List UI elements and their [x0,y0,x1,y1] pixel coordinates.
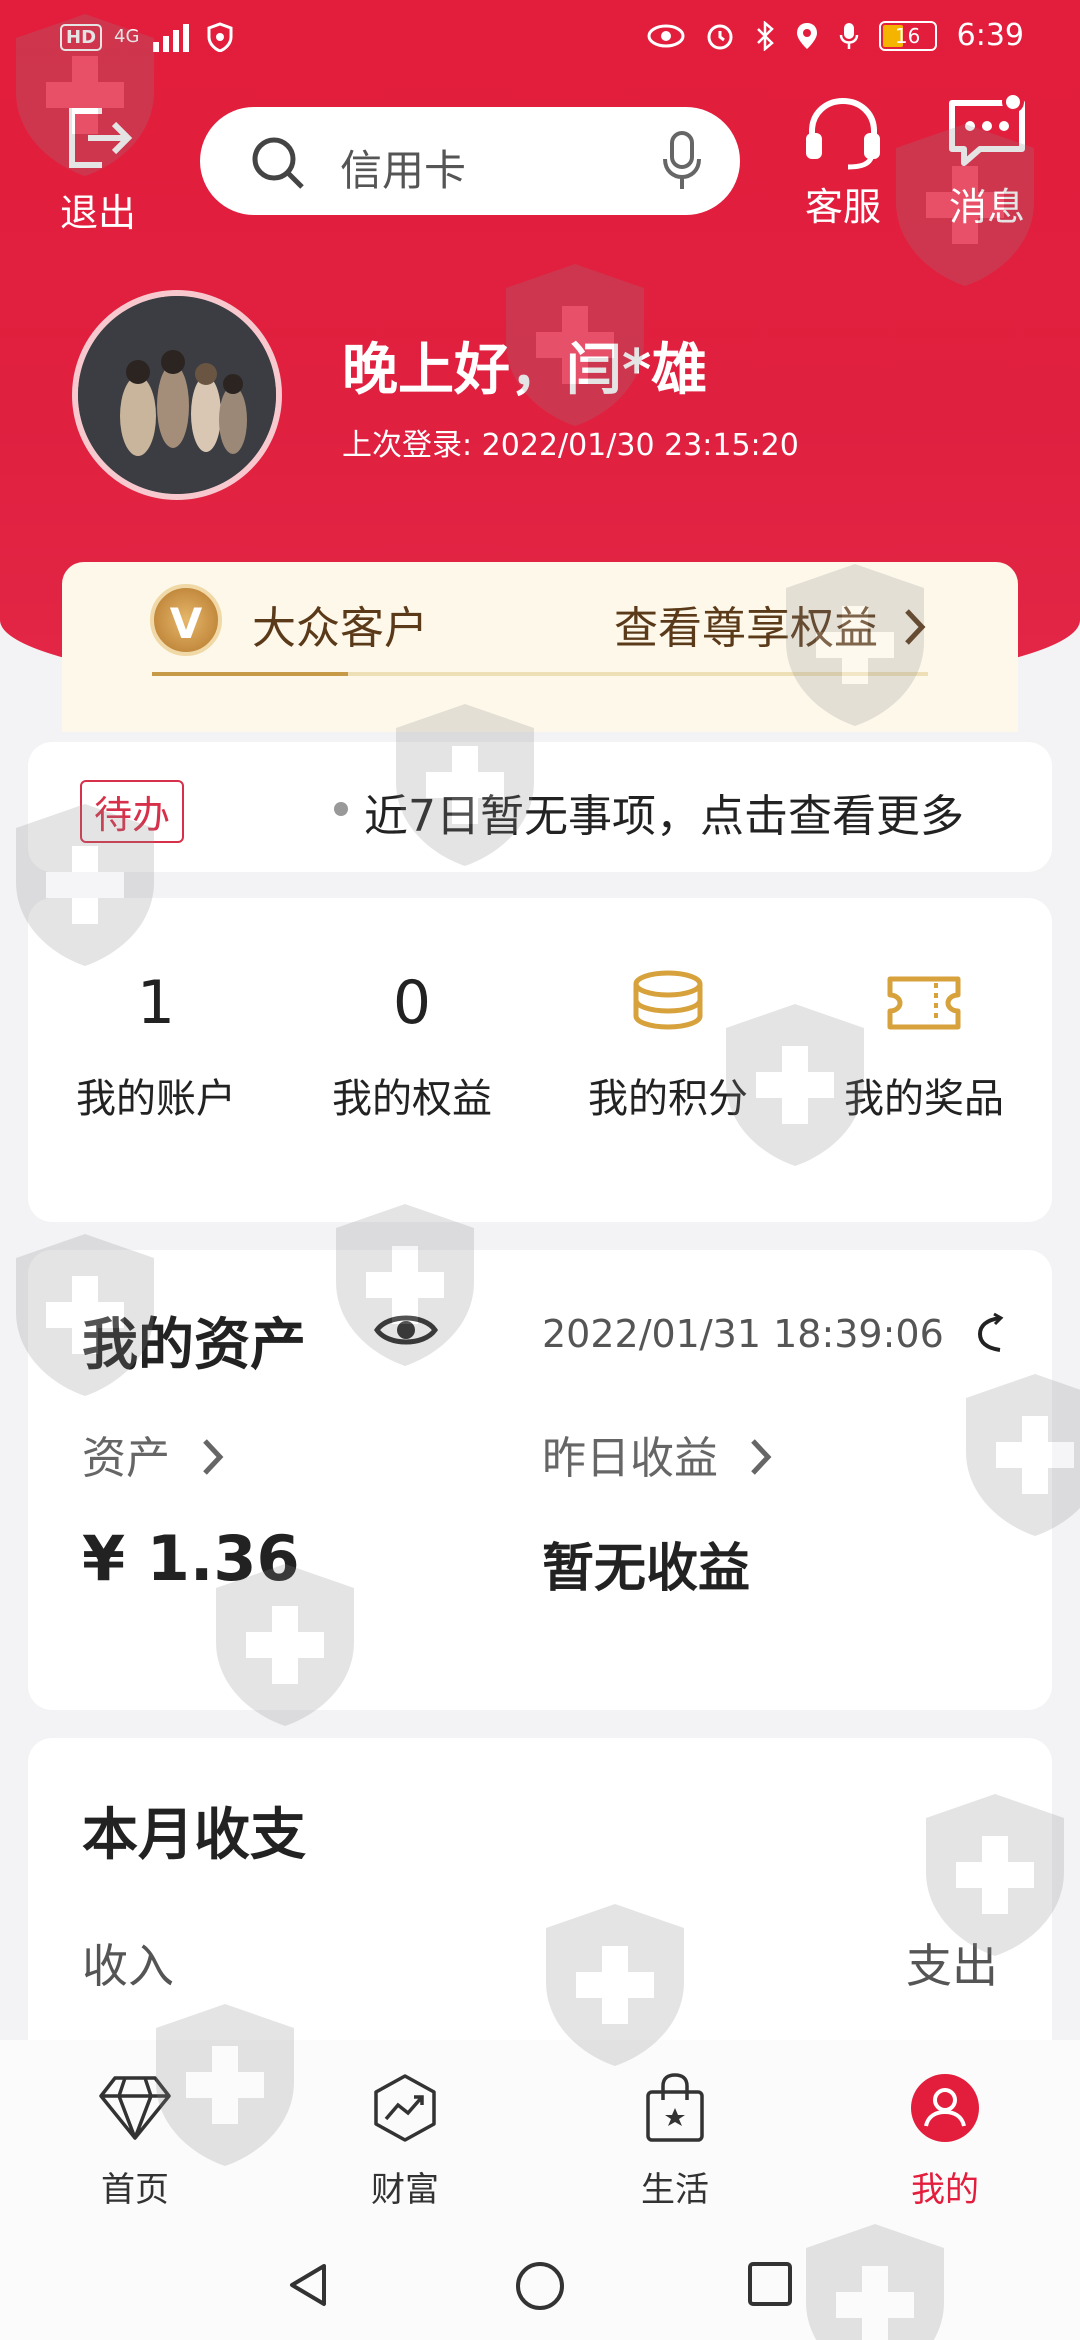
unread-dot [1002,91,1024,113]
bottom-tab-bar: 首页 财富 生活 我的 [0,2040,1080,2230]
assets-title: 我的资产 [82,1313,306,1378]
membership-card[interactable]: V 大众客户 查看尊享权益 [62,562,1018,732]
assets-card: 我的资产 2022/01/31 18:39:06 资产 ¥ 1.36 昨日收益 … [28,1250,1052,1710]
headset-icon [806,97,880,170]
signal-icon [153,24,190,52]
tab-wealth-label: 财富 [371,2170,439,2210]
yesterday-earnings-label: 昨日收益 [542,1433,718,1484]
quick-access-card: 1 我的账户 0 我的权益 我的积分 我的奖品 [28,898,1052,1222]
vip-badge-icon: V [150,584,222,656]
tab-home[interactable]: 首页 [0,2040,270,2230]
wealth-icon [374,2074,436,2142]
yesterday-earnings-link[interactable]: 昨日收益 [542,1422,774,1486]
recent-apps-icon[interactable] [746,2260,794,2308]
system-navigation-bar [0,2230,1080,2340]
back-icon[interactable] [284,2260,334,2310]
search-icon [252,137,304,189]
points-label: 我的积分 [588,1076,748,1122]
tab-home-label: 首页 [101,2170,169,2210]
membership-progress [152,672,928,676]
bluetooth-icon [756,20,774,51]
avatar-photo [78,296,276,494]
chevron-right-icon [203,1439,224,1475]
benefits-label: 我的权益 [332,1076,492,1122]
user-icon [911,2074,979,2142]
assets-timestamp: 2022/01/31 18:39:06 [542,1312,944,1356]
shopping-bag-icon [646,2073,704,2142]
monthly-summary-card[interactable]: 本月收支 收入 支出 [28,1738,1052,2078]
tab-mine-label: 我的 [911,2170,979,2210]
network-type: 4G [114,26,140,47]
hd-badge: HD [60,23,103,51]
assets-link[interactable]: 资产 [82,1422,226,1486]
tab-life[interactable]: 生活 [540,2040,810,2230]
greeting-text: 晚上好，闫*雄 [342,338,708,403]
logout-button[interactable]: 退出 [60,105,136,237]
yesterday-earnings-value: 暂无收益 [542,1539,751,1599]
mic-status-icon [839,22,858,49]
logout-icon [69,108,133,168]
shield-status-icon [207,22,233,52]
eye-icon[interactable] [374,1308,438,1352]
assets-value: ¥ 1.36 [82,1522,300,1595]
my-points-item[interactable]: 我的积分 [540,948,796,1124]
customer-service-button[interactable]: 客服 [800,95,886,231]
chevron-right-icon [905,609,926,645]
search-input[interactable]: 信用卡 [340,137,466,198]
expense-label: 支出 [906,1939,998,1993]
messages-label: 消息 [948,185,1025,229]
membership-level: 大众客户 [252,603,428,654]
income-label: 收入 [82,1939,174,1993]
assets-label: 资产 [82,1433,170,1484]
service-label: 客服 [804,185,881,229]
search-bar[interactable]: 信用卡 [200,107,740,215]
ticket-icon [887,976,961,1030]
view-benefits-link[interactable]: 查看尊享权益 [614,592,928,656]
accounts-count: 1 [136,968,176,1038]
avatar[interactable] [72,290,282,500]
top-bar: 退出 信用卡 客服 消息 [0,91,1080,235]
location-icon [796,22,817,49]
coins-icon [633,970,703,1030]
prizes-label: 我的奖品 [844,1076,1004,1122]
battery-indicator: 16 [878,20,937,51]
microphone-icon[interactable] [662,131,702,191]
tab-wealth[interactable]: 财富 [270,2040,540,2230]
monthly-title: 本月收支 [82,1803,306,1868]
alarm-icon [707,24,733,49]
todo-tag: 待办 [80,780,185,843]
todo-card[interactable]: 待办 近7日暂无事项，点击查看更多 [28,742,1052,872]
clock: 6:39 [956,18,1024,53]
my-accounts-item[interactable]: 1 我的账户 [28,948,284,1124]
tab-life-label: 生活 [641,2170,709,2210]
messages-button[interactable]: 消息 [946,91,1028,231]
refresh-icon[interactable] [974,1312,1004,1356]
home-icon[interactable] [514,2260,566,2312]
todo-text: 近7日暂无事项，点击查看更多 [364,791,964,842]
eye-status-icon [647,24,685,47]
bullet-dot [334,802,348,816]
diamond-icon [99,2076,171,2140]
my-benefits-item[interactable]: 0 我的权益 [284,948,540,1124]
benefits-count: 0 [392,968,432,1038]
view-benefits-label: 查看尊享权益 [614,603,878,654]
last-login-text: 上次登录: 2022/01/30 23:15:20 [342,428,799,463]
chevron-right-icon [751,1439,772,1475]
accounts-label: 我的账户 [76,1076,236,1122]
logout-label: 退出 [60,191,137,235]
status-bar: HD 4G 16 6:39 [0,0,1080,80]
my-prizes-item[interactable]: 我的奖品 [796,948,1052,1124]
tab-mine[interactable]: 我的 [810,2040,1080,2230]
